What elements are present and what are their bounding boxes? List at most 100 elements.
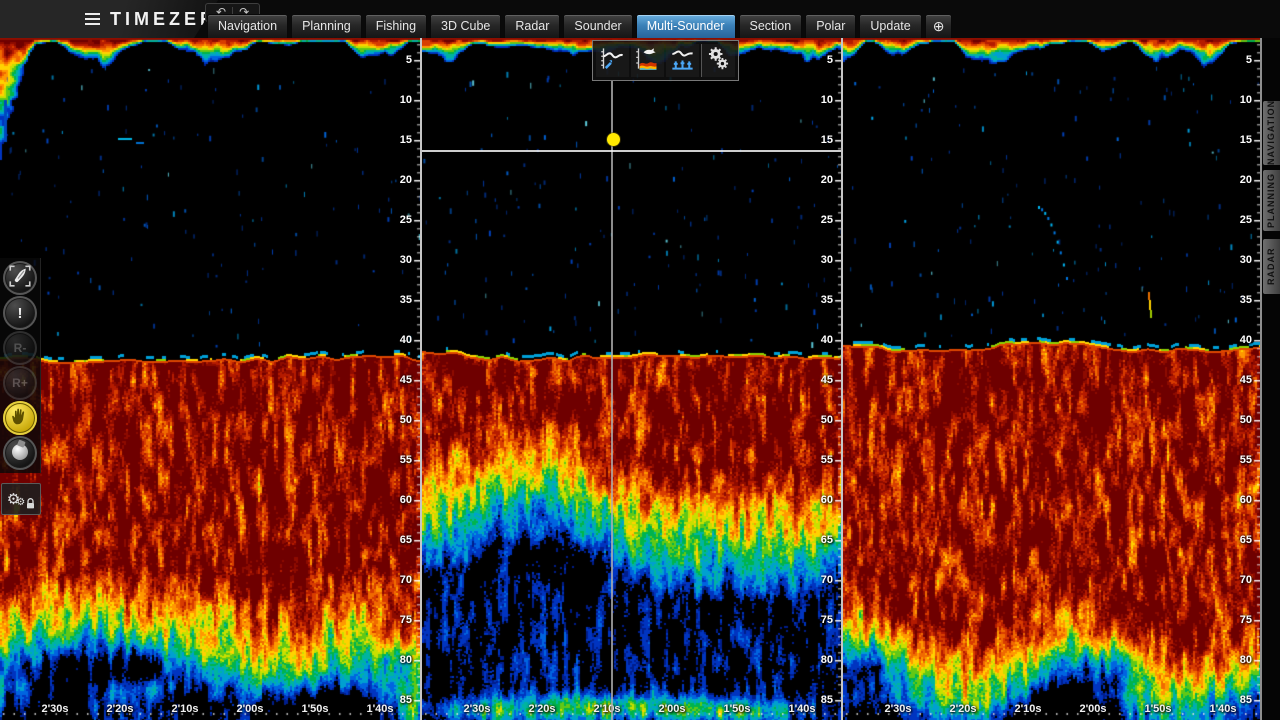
tab-update[interactable]: Update	[859, 14, 921, 38]
multi-sounder-workspace: 510152025303540455055606570758085 2'30s2…	[0, 38, 1280, 720]
sounder-panel-3: 510152025303540455055606570758085 2'30s2…	[843, 38, 1260, 720]
time-tick-label: 2'20s	[98, 703, 142, 715]
time-tick-label: 2'30s	[455, 703, 499, 715]
tools-button[interactable]: ⚙ ⚙	[1, 483, 41, 515]
depth-tick-label: 60	[1240, 493, 1252, 507]
time-tick-label: 2'10s	[1006, 703, 1050, 715]
exclamation-icon: !	[18, 306, 23, 321]
time-tick-label: 2'30s	[876, 703, 920, 715]
depth-tick-label: 50	[400, 413, 412, 427]
depth-tick-label: 35	[1240, 293, 1252, 307]
time-tick-label: 1'40s	[358, 703, 402, 715]
tab-sounder[interactable]: Sounder	[563, 14, 632, 38]
depth-tick-label: 35	[400, 293, 412, 307]
depth-tick-label: 45	[400, 373, 412, 387]
boat-icon	[7, 263, 33, 294]
echo-history-mode-button[interactable]	[596, 44, 629, 77]
bottom-discrimination-mode-button[interactable]	[666, 44, 699, 77]
sounder-mode-toolbar	[592, 40, 739, 81]
eraser-icon	[8, 439, 32, 468]
depth-tick-label: 45	[1240, 373, 1252, 387]
workspace-tabs: NavigationPlanningFishing3D CubeRadarSou…	[207, 14, 952, 38]
depth-tick-label: 50	[1240, 413, 1252, 427]
depth-tick-label: 30	[400, 253, 412, 267]
depth-tick-label: 20	[1240, 173, 1252, 187]
time-tick-label: 1'50s	[293, 703, 337, 715]
depth-tick-label: 45	[821, 373, 833, 387]
depth-tick-label: 40	[1240, 333, 1252, 347]
depth-tick-label: 55	[821, 453, 833, 467]
depth-tick-label: 30	[1240, 253, 1252, 267]
depth-tick-label: 55	[1240, 453, 1252, 467]
panel-divider	[841, 38, 843, 720]
side-tab-planning[interactable]: PLANNING	[1263, 170, 1280, 231]
sounder-cursor-marker[interactable]	[607, 133, 620, 146]
erase-button[interactable]	[3, 436, 37, 470]
tab-multi-sounder[interactable]: Multi-Sounder	[636, 14, 736, 38]
center-on-vessel-button[interactable]	[3, 261, 37, 295]
add-workspace-button[interactable]: ⊕	[925, 14, 953, 38]
bottom-lock-icon	[669, 45, 696, 77]
fish-finder-mode-button[interactable]	[631, 44, 664, 77]
time-tick-label: 1'40s	[780, 703, 824, 715]
depth-tick-label: 65	[1240, 533, 1252, 547]
depth-tick-label: 10	[400, 93, 412, 107]
time-tick-label: 2'10s	[585, 703, 629, 715]
tab-polar[interactable]: Polar	[805, 14, 856, 38]
echo-cursor-icon	[599, 45, 626, 77]
depth-tick-label: 70	[400, 573, 412, 587]
time-tick-label: 2'30s	[33, 703, 77, 715]
depth-tick-label: 40	[821, 333, 833, 347]
depth-tick-label: 25	[400, 213, 412, 227]
tab-radar[interactable]: Radar	[504, 14, 560, 38]
depth-tick-label: 80	[1240, 653, 1252, 667]
depth-tick-label: 15	[400, 133, 412, 147]
hamburger-menu-icon[interactable]	[85, 13, 100, 25]
depth-tick-label: 75	[1240, 613, 1252, 627]
time-tick-label: 2'10s	[163, 703, 207, 715]
top-bar: TIMEZERO ↶ ↷ NavigationPlanningFishing3D…	[0, 0, 1280, 38]
time-tick-label: 1'40s	[1201, 703, 1245, 715]
depth-tick-label: 25	[821, 213, 833, 227]
depth-tick-label: 70	[1240, 573, 1252, 587]
pan-mode-button[interactable]	[3, 401, 37, 435]
depth-tick-label: 40	[400, 333, 412, 347]
range-in-button[interactable]: R+	[3, 366, 37, 400]
depth-tick-label: 50	[821, 413, 833, 427]
depth-tick-label: 5	[827, 53, 833, 67]
cursor-horizontal-line	[422, 150, 841, 152]
tab-3d-cube[interactable]: 3D Cube	[430, 14, 501, 38]
depth-tick-label: 20	[400, 173, 412, 187]
range-out-button[interactable]: R-	[3, 331, 37, 365]
depth-tick-label: 25	[1240, 213, 1252, 227]
depth-tick-label: 65	[400, 533, 412, 547]
depth-tick-label: 65	[821, 533, 833, 547]
sounder-panel-1: 510152025303540455055606570758085 2'30s2…	[0, 38, 420, 720]
sounder-echogram-canvas-2[interactable]	[422, 38, 841, 720]
lock-icon	[26, 498, 35, 509]
sounder-settings-button[interactable]	[701, 44, 735, 77]
range-plus-icon: R+	[12, 377, 28, 389]
depth-tick-label: 55	[400, 453, 412, 467]
depth-tick-label: 75	[400, 613, 412, 627]
gears-icon	[705, 45, 732, 77]
logo-banner: TIMEZERO	[0, 0, 218, 38]
side-tab-navigation[interactable]: NAVIGATION	[1263, 101, 1280, 165]
side-tab-radar[interactable]: RADAR	[1263, 239, 1280, 294]
tab-section[interactable]: Section	[739, 14, 803, 38]
tab-fishing[interactable]: Fishing	[365, 14, 427, 38]
cursor-vertical-line	[611, 81, 613, 720]
fish-echo-icon	[634, 45, 661, 77]
time-tick-label: 2'00s	[650, 703, 694, 715]
sounder-echogram-canvas-3[interactable]	[843, 38, 1260, 720]
depth-tick-label: 80	[821, 653, 833, 667]
sounder-echogram-canvas-1[interactable]	[0, 38, 420, 720]
left-toolbar: ! R- R+	[0, 258, 41, 473]
tab-navigation[interactable]: Navigation	[207, 14, 288, 38]
tab-planning[interactable]: Planning	[291, 14, 362, 38]
event-mark-button[interactable]: !	[3, 296, 37, 330]
sounder-panel-2: 510152025303540455055606570758085 2'30s2…	[422, 38, 841, 720]
depth-tick-label: 10	[1240, 93, 1252, 107]
depth-tick-label: 15	[1240, 133, 1252, 147]
depth-tick-label: 15	[821, 133, 833, 147]
